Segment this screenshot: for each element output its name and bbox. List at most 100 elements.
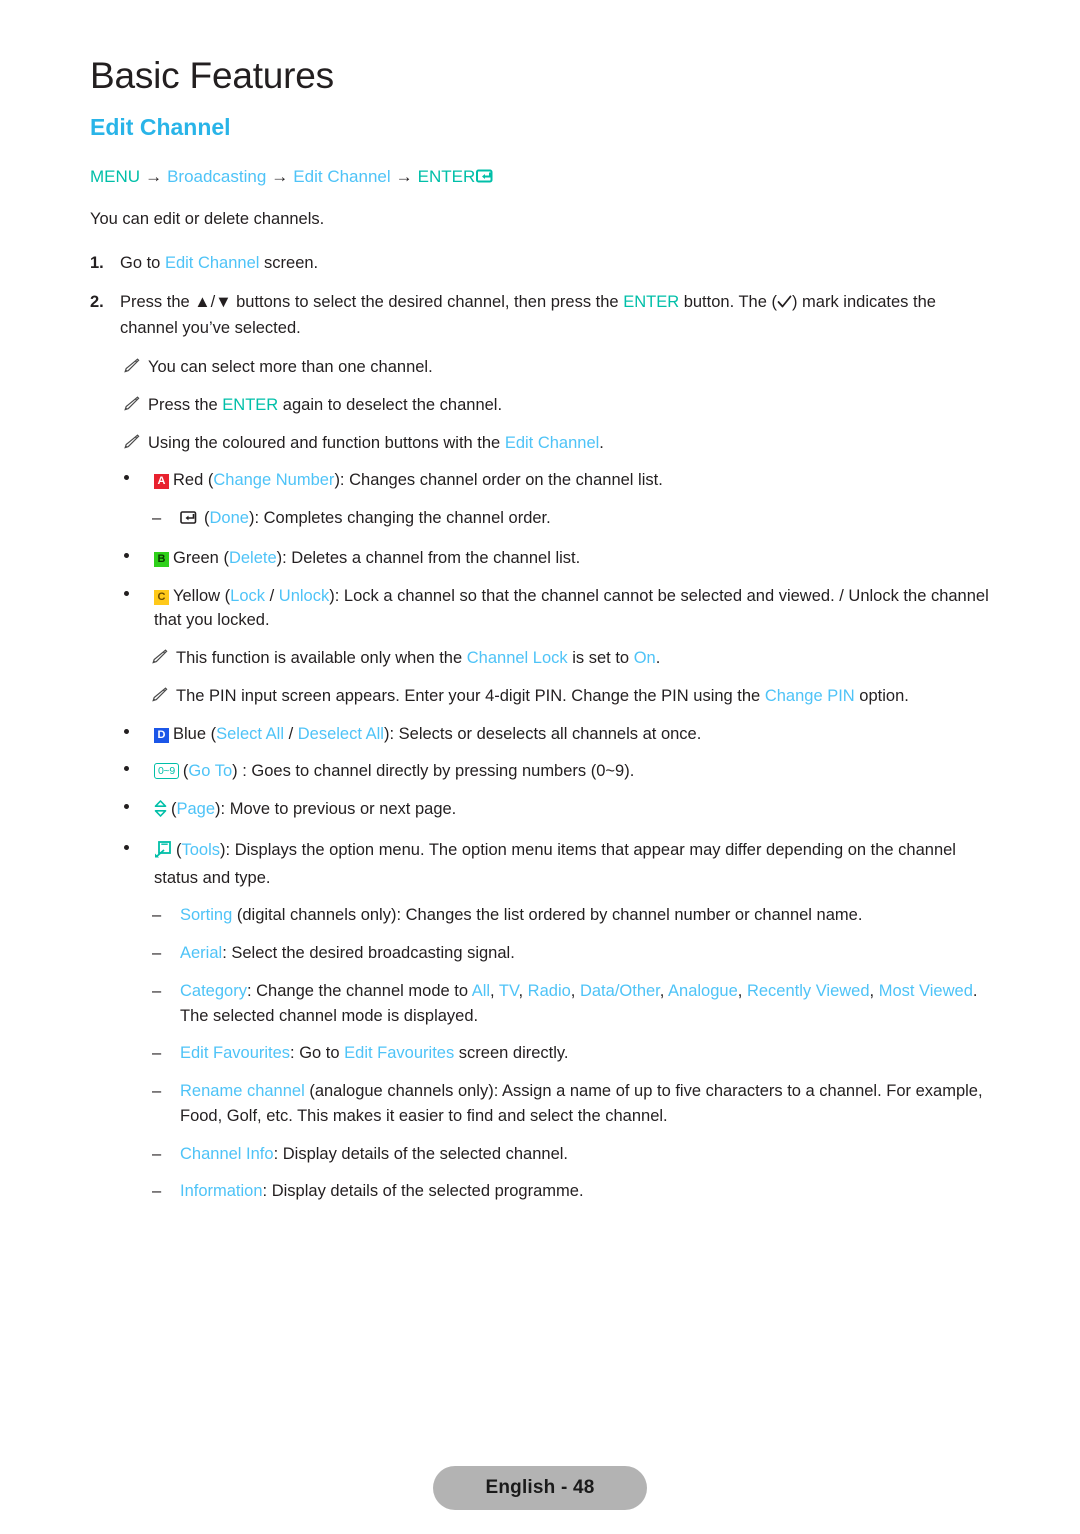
note-text: You can select more than one channel. — [148, 358, 433, 377]
sep: , — [518, 981, 528, 1000]
pencil-note-icon — [122, 357, 140, 375]
option-link-2: Edit Favourites — [344, 1044, 455, 1063]
bullet-sep: / — [265, 586, 279, 605]
enter-return-outline-icon — [180, 508, 199, 533]
note-edit-channel-link: Edit Channel — [504, 433, 600, 452]
option-post: screen directly. — [454, 1044, 569, 1063]
step-1-number: 1. — [90, 253, 104, 272]
sub-bullet-link: Done — [209, 509, 249, 528]
page-updown-icon — [154, 800, 167, 825]
breadcrumb: MENU → Broadcasting → Edit Channel → ENTER — [90, 166, 990, 191]
bullet-link-deselect-all: Deselect All — [297, 724, 384, 743]
option-link: Category — [180, 981, 247, 1000]
note-pre: This function is available only when the — [176, 649, 467, 668]
note-on-link: On — [633, 649, 656, 668]
note-post: option. — [854, 686, 909, 705]
step-2-mid: button. The ( — [679, 292, 777, 311]
enter-return-icon — [476, 168, 495, 191]
sub-bullet-done: – (Done): Completes changing the channel … — [90, 506, 990, 533]
bullet-post: ): Move to previous or next page. — [215, 800, 457, 819]
step-1-pre: Go to — [120, 253, 165, 272]
breadcrumb-broadcasting: Broadcasting — [167, 166, 267, 186]
yellow-key-badge: C — [154, 589, 169, 605]
dash-marker: – — [152, 1144, 162, 1163]
note-channel-lock-link: Channel Lock — [466, 649, 568, 668]
page-footer: English - 48 — [0, 1466, 1080, 1510]
option-link: Channel Info — [180, 1144, 274, 1163]
tools-option-channel-info: – Channel Info: Display details of the se… — [90, 1142, 990, 1167]
tools-option-sorting: – Sorting (digital channels only): Change… — [90, 903, 990, 928]
bullet-post: ) : Goes to channel directly by pressing… — [232, 762, 635, 781]
option-post: : Display details of the selected channe… — [273, 1144, 568, 1163]
dash-marker: – — [152, 1182, 162, 1201]
bullet-pre: Blue ( — [173, 724, 217, 743]
bullet-link: Delete — [228, 548, 277, 567]
bullet-pre: Green ( — [173, 548, 229, 567]
document-page: Basic Features Edit Channel MENU → Broadca… — [0, 0, 1080, 1534]
tools-icon — [154, 840, 171, 866]
section-title: Edit Channel — [90, 113, 231, 140]
bullet-dot — [124, 475, 129, 481]
tools-option-rename-channel: – Rename channel (analogue channels only)… — [90, 1079, 990, 1129]
breadcrumb-menu: MENU — [90, 166, 141, 186]
breadcrumb-arrow-2: → — [271, 166, 289, 186]
step-1: 1. Go to Edit Channel screen. — [90, 251, 990, 276]
step-2: 2. Press the ▲/▼ buttons to select the de… — [90, 290, 990, 342]
note-pre: The PIN input screen appears. Enter your… — [176, 686, 765, 705]
note-change-pin-link: Change PIN — [764, 686, 855, 705]
green-key-badge: B — [154, 551, 169, 567]
dash-marker: – — [152, 981, 162, 1000]
option-mid: : Change the channel mode to — [246, 981, 472, 1000]
mode-recently-viewed: Recently Viewed — [746, 981, 870, 1000]
option-post: : Select the desired broadcasting signal… — [222, 944, 515, 963]
option-post: (digital channels only): Changes the lis… — [232, 906, 863, 925]
option-link: Edit Favourites — [180, 1044, 291, 1063]
dash-marker: – — [152, 906, 162, 925]
bullet-dot — [124, 728, 129, 734]
page-number-badge: English - 48 — [433, 1466, 647, 1510]
note-enter-link: ENTER — [222, 395, 279, 414]
pencil-note-icon — [122, 433, 140, 451]
tools-option-information: – Information: Display details of the sel… — [90, 1179, 990, 1204]
mode-analogue: Analogue — [668, 981, 738, 1000]
note-mid: is set to — [567, 649, 634, 668]
check-mark-icon — [777, 292, 792, 317]
sep: , — [869, 981, 879, 1000]
intro-text: You can edit or delete channels. — [90, 209, 325, 228]
step-2-number: 2. — [90, 292, 104, 311]
step-1-post: screen. — [259, 253, 319, 272]
bullet-green-delete: B Green (Delete): Deletes a channel from … — [90, 546, 990, 571]
option-link: Rename channel — [180, 1082, 305, 1101]
mode-all: All — [471, 981, 491, 1000]
bullet-page: (Page): Move to previous or next page. — [90, 797, 990, 825]
pencil-note-icon — [150, 686, 168, 704]
bullet-dot — [124, 804, 129, 810]
dash-marker: – — [152, 1082, 162, 1101]
option-link: Aerial — [180, 944, 223, 963]
note-pre: Press the — [148, 395, 223, 414]
bullet-red-change-number: A Red (Change Number): Changes channel or… — [90, 468, 990, 493]
mode-radio: Radio — [527, 981, 571, 1000]
note-multi-select: You can select more than one channel. — [90, 355, 990, 380]
dash-marker: – — [152, 509, 162, 528]
bullet-dot — [124, 590, 129, 596]
step-2-enter-link: ENTER — [623, 292, 680, 311]
note-post: . — [599, 433, 604, 452]
pencil-note-icon — [150, 648, 168, 666]
option-post: : Display details of the selected progra… — [262, 1182, 584, 1201]
sep: , — [570, 981, 580, 1000]
sep: , — [737, 981, 747, 1000]
option-link: Sorting — [180, 906, 233, 925]
sep: , — [659, 981, 669, 1000]
page-title: Basic Features — [90, 55, 334, 96]
bullet-dot — [124, 766, 129, 772]
dash-marker: – — [152, 1044, 162, 1063]
bullet-link: Tools — [181, 840, 221, 859]
option-mid: : Go to — [290, 1044, 345, 1063]
mode-most-viewed: Most Viewed — [878, 981, 973, 1000]
bullet-post: ): Selects or deselects all channels at … — [383, 724, 702, 743]
bullet-dot — [124, 844, 129, 850]
bullet-link: Go To — [188, 762, 233, 781]
dash-marker: – — [152, 944, 162, 963]
bullet-tools: (Tools): Displays the option menu. The o… — [90, 838, 990, 891]
